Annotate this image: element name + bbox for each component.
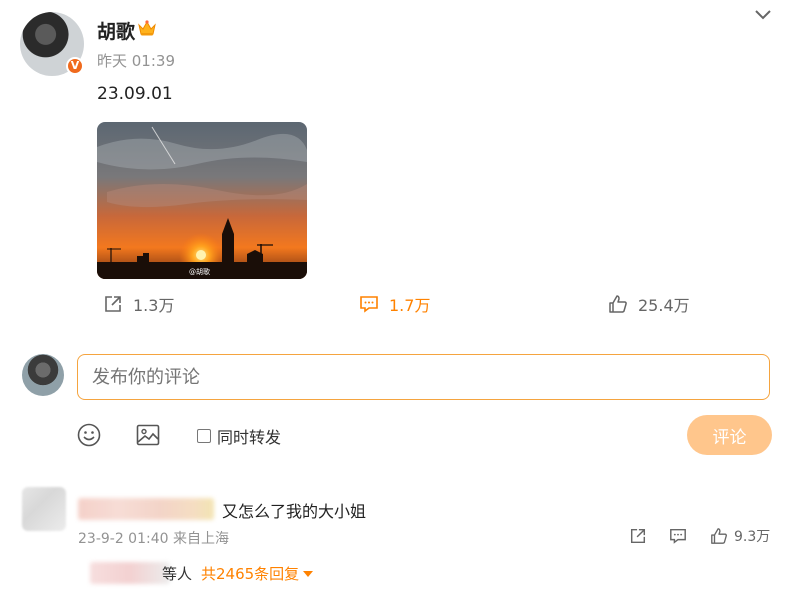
- like-count: 25.4万: [638, 296, 690, 315]
- also-repost-checkbox[interactable]: [197, 429, 211, 443]
- comment-like-count: 9.3万: [734, 529, 771, 545]
- comment-count: 1.7万: [389, 296, 431, 315]
- post-image[interactable]: @胡歌: [97, 122, 307, 279]
- caret-down-icon: [303, 570, 314, 577]
- repost-icon: [105, 296, 121, 312]
- commenter-avatar[interactable]: [22, 487, 66, 531]
- repost-button[interactable]: 1.3万: [103, 292, 174, 316]
- submit-comment-button[interactable]: 评论: [687, 415, 772, 455]
- chevron-down-icon[interactable]: [752, 6, 774, 22]
- post-text: 23.09.01: [97, 84, 173, 104]
- like-icon: [609, 295, 627, 313]
- reply-authors-suffix: 等人: [162, 565, 193, 583]
- comment-reply-button[interactable]: [669, 526, 687, 546]
- comment-input[interactable]: [77, 354, 770, 400]
- comment-meta: 23-9-2 01:40 来自上海: [78, 531, 229, 547]
- crown-icon: [138, 20, 156, 36]
- comment-button[interactable]: 1.7万: [359, 292, 430, 316]
- reply-authors-blurred: [90, 562, 170, 584]
- comment-text: 又怎么了我的大小姐: [222, 502, 367, 521]
- commenter-name-blurred: [78, 498, 214, 520]
- comment-icon: [360, 296, 378, 313]
- like-icon: [711, 528, 727, 544]
- current-user-avatar: [22, 354, 64, 396]
- sunset-photo: @胡歌: [97, 122, 307, 279]
- comment-like-button[interactable]: 9.3万: [710, 526, 770, 546]
- image-icon[interactable]: [135, 422, 161, 448]
- like-button[interactable]: 25.4万: [608, 292, 690, 316]
- also-repost-option[interactable]: 同时转发: [197, 424, 281, 448]
- verified-badge: V: [66, 57, 84, 75]
- also-repost-label: 同时转发: [217, 428, 282, 447]
- emoji-icon[interactable]: [76, 422, 102, 448]
- repost-icon: [630, 528, 646, 544]
- image-watermark: @胡歌: [189, 267, 210, 276]
- author-name[interactable]: 胡歌: [97, 17, 135, 44]
- comment-repost-button[interactable]: [629, 526, 647, 546]
- comment-icon: [670, 528, 686, 544]
- view-replies-link[interactable]: 共2465条回复: [201, 563, 314, 584]
- post-time[interactable]: 昨天 01:39: [97, 50, 175, 71]
- reply-count-label: 共2465条回复: [201, 565, 300, 583]
- repost-count: 1.3万: [133, 296, 175, 315]
